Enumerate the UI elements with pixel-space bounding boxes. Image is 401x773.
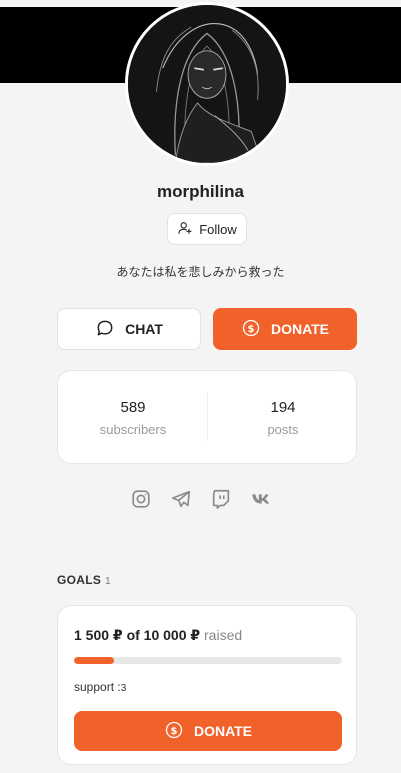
dollar-coin-icon: $	[241, 318, 261, 341]
posts-stat[interactable]: 194 posts	[208, 399, 358, 437]
chat-button[interactable]: CHAT	[57, 308, 201, 350]
support-label: support :	[74, 680, 121, 694]
follow-label: Follow	[199, 221, 237, 237]
posts-label: posts	[267, 422, 299, 437]
avatar[interactable]	[125, 2, 289, 166]
dollar-coin-icon: $	[164, 720, 184, 743]
goal-raised-word: raised	[204, 627, 243, 643]
user-plus-icon	[177, 220, 193, 239]
svg-text:$: $	[170, 725, 177, 736]
goal-progress-bar	[74, 657, 342, 664]
goal-of-word: of	[126, 627, 140, 643]
goals-count: 1	[105, 576, 112, 587]
twitch-icon[interactable]	[210, 488, 232, 510]
goal-support: support :3	[74, 680, 126, 694]
goal-card: 1 500 ₽ of 10 000 ₽ raised support :3 $ …	[57, 605, 357, 765]
goal-amount: 1 500 ₽ of 10 000 ₽ raised	[74, 627, 242, 644]
donate-label: DONATE	[270, 321, 330, 337]
profile-bio: あなたは私を悲しみから救った	[116, 265, 285, 279]
goal-donate-label: DONATE	[193, 723, 253, 739]
svg-text:$: $	[247, 323, 254, 334]
posts-count: 194	[270, 399, 296, 416]
goals-heading: GOALS 1	[57, 573, 111, 587]
social-links	[0, 488, 401, 510]
donate-button[interactable]: $ DONATE	[213, 308, 357, 350]
subscribers-count: 589	[120, 399, 146, 416]
follow-button[interactable]: Follow	[167, 213, 247, 245]
chat-bubble-icon	[95, 318, 115, 341]
goal-raised-amount: 1 500 ₽	[74, 627, 123, 643]
vk-icon[interactable]	[250, 488, 272, 510]
subscribers-stat[interactable]: 589 subscribers	[58, 399, 208, 437]
goals-title: GOALS	[57, 573, 102, 587]
goal-progress-fill	[74, 657, 115, 664]
support-count: 3	[120, 683, 127, 694]
avatar-artwork-icon	[128, 5, 286, 163]
goal-donate-button[interactable]: $ DONATE	[74, 711, 342, 751]
telegram-icon[interactable]	[170, 488, 192, 510]
instagram-icon[interactable]	[130, 488, 152, 510]
username: morphilina	[157, 182, 244, 201]
chat-label: CHAT	[125, 321, 163, 337]
goal-target-amount: 10 000 ₽	[143, 627, 201, 643]
subscribers-label: subscribers	[99, 422, 167, 437]
stats-card: 589 subscribers 194 posts	[57, 370, 357, 464]
